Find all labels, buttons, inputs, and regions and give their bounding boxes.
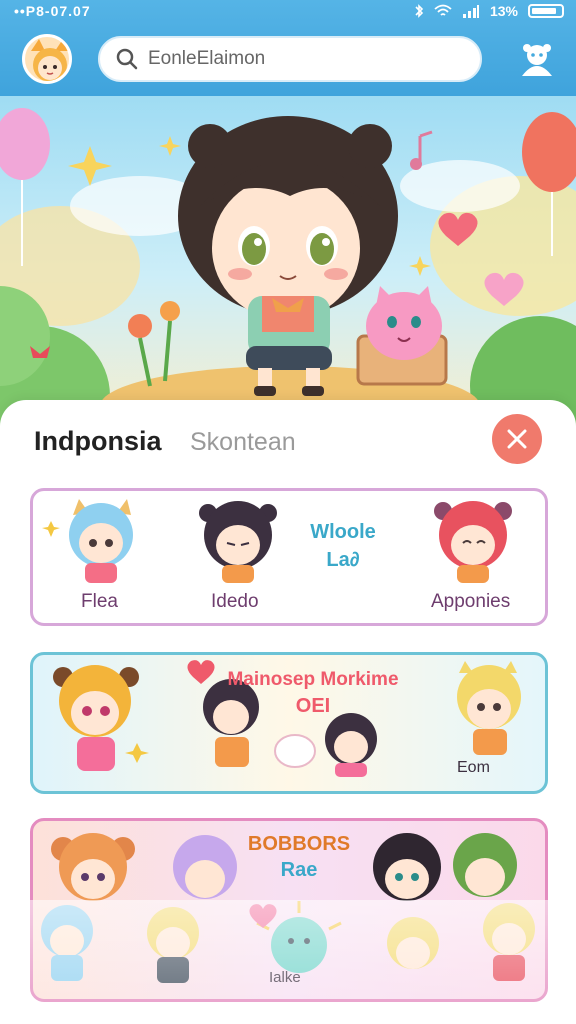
card1-banner-1: Wloole — [310, 521, 376, 543]
profile-icon[interactable] — [518, 40, 556, 78]
battery-percent: 13% — [489, 3, 518, 19]
card3-banner-2: Rae — [280, 859, 318, 881]
character-label-1: Flea — [81, 591, 118, 612]
card2-banner-2: OEI — [295, 695, 331, 717]
bottom-sheet: Indponsia Skontean Wloole La∂ Flea Idedo… — [0, 400, 576, 1024]
app-header: ••P8-07.07 13% — [0, 0, 576, 96]
sticker-card-1[interactable]: Wloole La∂ Flea Idedo Apponies — [30, 488, 548, 626]
card1-banner-2: La∂ — [326, 549, 360, 571]
hero-illustration — [0, 108, 576, 426]
sticker-card-3[interactable]: BOBBORS Rae Ialke — [30, 818, 548, 1002]
status-icons: 13% — [414, 3, 564, 19]
sheet-subtitle: Skontean — [190, 428, 296, 456]
battery-icon — [528, 4, 564, 18]
sticker-card-2[interactable]: Mainosep Morkime OEI Eom — [30, 652, 548, 794]
search-icon — [116, 48, 138, 70]
signal-icon — [462, 5, 479, 18]
status-time: ••P8-07.07 — [14, 3, 91, 19]
character-label-2: Idedo — [211, 591, 259, 612]
close-icon — [507, 429, 527, 449]
card3-bottom-label: Ialke — [269, 969, 301, 986]
sheet-title: Indponsia — [34, 426, 162, 456]
avatar-icon — [31, 39, 69, 81]
card2-corner-label: Eom — [457, 759, 490, 776]
wifi-icon — [434, 4, 452, 16]
status-bar: ••P8-07.07 13% — [0, 0, 576, 24]
close-button[interactable] — [492, 414, 542, 464]
card3-banner-1: BOBBORS — [247, 833, 351, 855]
card2-banner-1: Mainosep Morkime — [227, 669, 399, 690]
search-input[interactable] — [148, 48, 448, 70]
avatar-button[interactable] — [22, 34, 72, 84]
hero-banner — [0, 96, 576, 426]
bluetooth-icon — [415, 4, 424, 18]
character-label-3: Apponies — [431, 591, 511, 612]
search-bar[interactable] — [98, 36, 482, 82]
